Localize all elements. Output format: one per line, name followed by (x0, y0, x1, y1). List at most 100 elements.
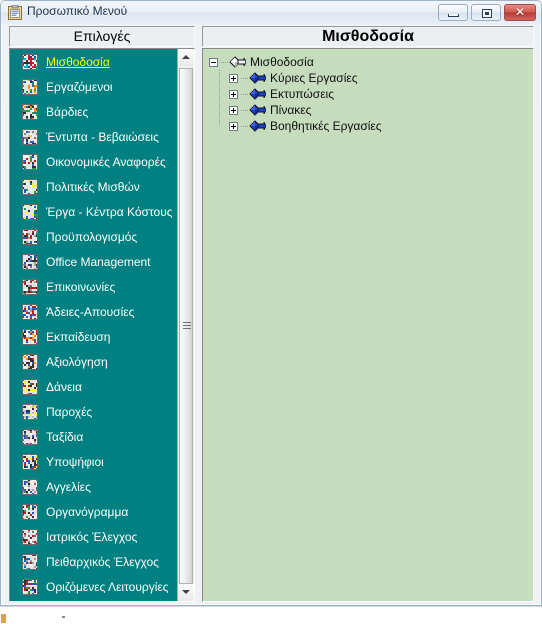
list-item[interactable]: Οργανόγραμμα (10, 499, 178, 524)
list-item-label: Office Management (46, 254, 151, 269)
list-item[interactable]: Δάνεια (10, 374, 178, 399)
options-panel-header: Επιλογές (9, 26, 195, 47)
options-list-panel: Μισθοδοσία Εργαζόμενοι Βάρδιες Έντυπα - Βεβ… (9, 48, 195, 602)
list-item[interactable]: Επικοινωνίες (10, 274, 178, 299)
list-item[interactable]: Έντυπα - Βεβαιώσεις (10, 124, 178, 149)
scroll-up-icon[interactable] (178, 49, 194, 66)
options-list: Μισθοδοσία Εργαζόμενοι Βάρδιες Έντυπα - Βεβ… (10, 49, 178, 601)
close-icon: ✕ (514, 5, 526, 19)
expand-toggle-icon[interactable] (229, 105, 238, 115)
expand-toggle-icon[interactable] (229, 121, 238, 131)
close-button[interactable]: ✕ (504, 4, 536, 21)
list-item[interactable]: Ταξίδια (10, 424, 178, 449)
list-item[interactable]: Προϋπολογισμός (10, 224, 178, 249)
job-ads-icon (22, 478, 38, 495)
list-item[interactable]: Οικονομικές Αναφορές (10, 149, 178, 174)
maximize-button[interactable] (471, 4, 501, 21)
list-item[interactable]: Εκπαίδευση (10, 324, 178, 349)
list-item-label: Οικονομικές Αναφορές (46, 154, 166, 169)
application-window: Προσωπικό Μενού ✕ Επιλογές Μισθοδοσία Μι… (0, 0, 542, 606)
evaluation-icon (22, 353, 38, 370)
list-item[interactable]: Υποψήφιοι (10, 449, 178, 474)
clipboard-icon (8, 4, 22, 20)
list-item-label: Αγγελίες (46, 479, 91, 494)
expand-toggle-icon[interactable] (229, 73, 238, 83)
scrollbar-grip (183, 322, 191, 329)
list-item-label: Οριζόμενες Λειτουργίες (46, 579, 169, 594)
list-item[interactable]: Πολιτικές Μισθών (10, 174, 178, 199)
list-item[interactable]: Αγγελίες (10, 474, 178, 499)
tree-node[interactable]: Κύριες Εργασίες (209, 70, 382, 86)
node-item-icon (249, 119, 267, 133)
list-item[interactable]: Οριζόμενες Λειτουργίες (10, 574, 178, 599)
list-item[interactable]: Παροχές (10, 399, 178, 424)
list-item-label: Πειθαρχικός Έλεγχος (46, 554, 159, 569)
title-bar[interactable]: Προσωπικό Μενού ✕ (1, 1, 541, 24)
payroll-tree-panel: Μισθοδοσία Κύριες Εργασίες Εκτυπώσεις Πίνακ… (202, 48, 534, 602)
training-icon (22, 328, 38, 345)
forms-icon (22, 128, 38, 145)
list-item-label: Δάνεια (46, 379, 82, 394)
expand-toggle-icon[interactable] (229, 89, 238, 99)
list-item-label: Παροχές (46, 404, 93, 419)
communications-icon (22, 278, 38, 295)
node-item-icon (249, 71, 267, 85)
list-item[interactable]: Ιατρικός Έλεγχος (10, 524, 178, 549)
divider-line (0, 606, 542, 607)
list-item-label: Πολιτικές Μισθών (46, 179, 140, 194)
maximize-icon (482, 9, 492, 18)
minimize-icon (448, 14, 459, 17)
list-item-label: Άδειες-Απουσίες (46, 304, 135, 319)
list-item[interactable]: Αξιολόγηση (10, 349, 178, 374)
list-item[interactable]: Έργα - Κέντρα Κόστους (10, 199, 178, 224)
tree-node-label: Κύριες Εργασίες (270, 71, 358, 85)
list-item-label: Οργανόγραμμα (46, 504, 129, 519)
list-item-label: Επικοινωνίες (46, 279, 116, 294)
shifts-icon (22, 103, 38, 120)
scroll-down-icon[interactable] (178, 584, 194, 601)
tree-node-label: Πίνακες (270, 103, 312, 117)
tree-node[interactable]: Εκτυπώσεις (209, 86, 382, 102)
background-artifact (1, 614, 6, 623)
list-item-label: Εργαζόμενοι (46, 79, 113, 94)
tree-node-label: Μισθοδοσία (250, 55, 314, 69)
tree-node-label: Εκτυπώσεις (270, 87, 334, 101)
tree-root-node[interactable]: Μισθοδοσία (209, 54, 382, 70)
minimize-button[interactable] (438, 4, 468, 21)
list-item-label: Μισθοδοσία (46, 54, 110, 69)
budget-icon (22, 228, 38, 245)
employees-icon (22, 78, 38, 95)
list-item-label: Έργα - Κέντρα Κόστους (46, 204, 173, 219)
tree-view: Μισθοδοσία Κύριες Εργασίες Εκτυπώσεις Πίνακ… (209, 54, 382, 134)
list-item[interactable]: Μισθοδοσία (10, 49, 178, 74)
loans-icon (22, 378, 38, 395)
list-item[interactable]: Πειθαρχικός Έλεγχος (10, 549, 178, 574)
list-item-label: Ταξίδια (46, 429, 84, 444)
benefits-icon (22, 403, 38, 420)
salary-policies-icon (22, 178, 38, 195)
list-item[interactable]: Βάρδιες (10, 99, 178, 124)
projects-cost-centers-icon (22, 203, 38, 220)
list-item[interactable]: Άδειες-Απουσίες (10, 299, 178, 324)
travel-icon (22, 428, 38, 445)
tree-connector-dots (241, 125, 249, 127)
list-item-label: Βάρδιες (46, 104, 89, 119)
node-item-icon (249, 103, 267, 117)
tree-node[interactable]: Πίνακες (209, 102, 382, 118)
list-item-label: Εκπαίδευση (46, 329, 111, 344)
list-item-label: Ιατρικός Έλεγχος (46, 529, 138, 544)
below-window-strip (0, 606, 542, 624)
custom-functions-icon (22, 578, 38, 595)
list-item-label: Υποψήφιοι (46, 454, 104, 469)
window-title: Προσωπικό Μενού (27, 4, 128, 18)
leaves-absences-icon (22, 303, 38, 320)
tree-node[interactable]: Βοηθητικές Εργασίες (209, 118, 382, 134)
list-item-label: Προϋπολογισμός (46, 229, 138, 244)
node-item-icon (249, 87, 267, 101)
collapse-toggle-icon[interactable] (209, 57, 218, 67)
list-item[interactable]: Εργαζόμενοι (10, 74, 178, 99)
options-list-scrollbar[interactable] (177, 49, 194, 601)
list-item[interactable]: Office Management (10, 249, 178, 274)
scrollbar-thumb[interactable] (179, 68, 193, 584)
disciplinary-check-icon (22, 553, 38, 570)
